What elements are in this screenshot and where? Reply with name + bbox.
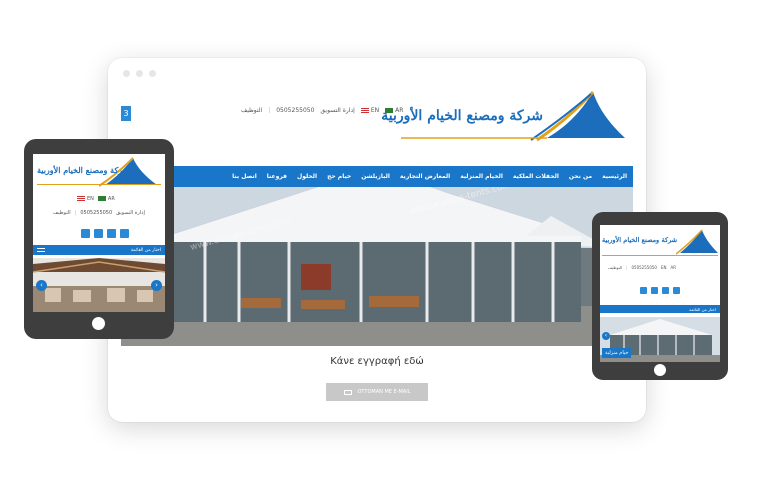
- device-mockup-showcase: 3 التوظيف | 0505255050 إدارة التسويق EN …: [0, 0, 770, 495]
- facebook-icon[interactable]: [94, 229, 103, 238]
- home-button[interactable]: [654, 364, 666, 376]
- email-signup-button[interactable]: OTTOMAN ME E-MAIL: [326, 383, 428, 401]
- tablet-left-device: شركة ومصنع الخيام الأوربية EN AR التوظيف…: [24, 139, 174, 339]
- home-button[interactable]: [92, 317, 105, 330]
- window-dot-minimize[interactable]: [136, 70, 143, 77]
- nav-item-hajj-tents[interactable]: خيام حج: [327, 173, 351, 180]
- main-nav: الرئيسية من نحن الحفلات الملكية الخيام ا…: [121, 166, 633, 187]
- logo-underline: [37, 184, 161, 185]
- us-flag-icon: [360, 108, 369, 113]
- desktop-website-screen: 3 التوظيف | 0505255050 إدارة التسويق EN …: [121, 88, 633, 410]
- youtube-icon[interactable]: [673, 287, 680, 294]
- youtube-icon[interactable]: [120, 229, 129, 238]
- lang-ar-label: AR: [107, 196, 115, 202]
- us-flag-icon: [77, 196, 85, 201]
- hero-slider[interactable]: ‹ ›: [33, 258, 165, 312]
- nav-item-pavilion[interactable]: البازيلشن: [361, 173, 390, 180]
- instagram-icon[interactable]: [640, 287, 647, 294]
- tablet-right-device: شركة ومصنع الخيام الأوربية التوظيف | 050…: [592, 212, 728, 380]
- lang-en-label: EN: [370, 107, 380, 114]
- twitter-icon[interactable]: [662, 287, 669, 294]
- side-tab-button[interactable]: 3: [121, 106, 131, 121]
- jobs-link[interactable]: التوظيف: [53, 210, 71, 216]
- nav-item-about[interactable]: من نحن: [569, 173, 592, 180]
- logo-text: شركة ومصنع الخيام الأوربية: [602, 236, 678, 244]
- header-top-info: التوظيف | 0505255050 إدارة التسويق EN AR: [241, 107, 403, 114]
- logo-text: شركة ومصنع الخيام الأوربية: [37, 165, 130, 175]
- slider-prev-button[interactable]: ‹: [602, 332, 610, 340]
- menu-label: اختار من القائمة: [689, 306, 716, 312]
- language-switcher: EN AR: [77, 196, 115, 202]
- window-dot-maximize[interactable]: [149, 70, 156, 77]
- nav-item-contact[interactable]: اتصل بنا: [232, 173, 257, 180]
- slider-next-button[interactable]: ›: [151, 280, 162, 291]
- nav-item-exhibitions[interactable]: المعارض التجارية: [400, 173, 450, 180]
- lang-en-link[interactable]: EN: [77, 196, 94, 202]
- phone-number[interactable]: 0505255050: [80, 210, 112, 216]
- divider: |: [626, 265, 628, 270]
- desktop-browser-window: 3 التوظيف | 0505255050 إدارة التسويق EN …: [108, 58, 646, 422]
- lang-ar-link[interactable]: AR: [97, 196, 115, 202]
- instagram-icon[interactable]: [81, 229, 90, 238]
- social-icons: [81, 229, 129, 238]
- hamburger-icon: [37, 248, 45, 252]
- jobs-link[interactable]: التوظيف: [241, 107, 262, 114]
- tent-photo: www.europa-tents.com www.europa-tents.co…: [121, 166, 633, 346]
- window-controls: [123, 70, 156, 77]
- window-dot-close[interactable]: [123, 70, 130, 77]
- mobile-menu-toggle[interactable]: اختار من القائمة: [600, 305, 720, 313]
- envelope-icon: [343, 389, 352, 395]
- phone-number[interactable]: 0505255050: [276, 107, 314, 114]
- sa-flag-icon: [97, 196, 106, 201]
- email-signup-label: OTTOMAN ME E-MAIL: [357, 389, 411, 395]
- nav-item-branches[interactable]: فروعنا: [267, 173, 287, 180]
- register-caption: Κάνε εγγραφή εδώ: [330, 356, 424, 367]
- logo-text: شركة ومصنع الخيام الأوربية: [381, 108, 543, 124]
- jobs-link[interactable]: التوظيف: [608, 265, 622, 270]
- phone-number[interactable]: 0505255050: [632, 265, 657, 270]
- social-icons: [640, 287, 680, 294]
- nav-item-royal-events[interactable]: الحفلات الملكية: [513, 173, 559, 180]
- marketing-label: إدارة التسويق: [116, 210, 145, 216]
- slide-category-label[interactable]: خيام منزلية: [602, 348, 632, 358]
- lang-en-label: EN: [87, 196, 94, 202]
- logo-underline: [602, 255, 718, 256]
- facebook-icon[interactable]: [651, 287, 658, 294]
- hero-slider[interactable]: www.europa-tents.com www.europa-tents.co…: [121, 166, 633, 346]
- tablet-left-screen: شركة ومصنع الخيام الأوربية EN AR التوظيف…: [33, 154, 165, 312]
- hero-slider[interactable]: ‹ خيام منزلية: [600, 317, 720, 362]
- nav-item-solutions[interactable]: الحلول: [297, 173, 317, 180]
- menu-label: اختار من القائمة: [130, 247, 161, 253]
- contact-row: التوظيف | 0505255050 إدارة التسويق: [53, 210, 145, 216]
- tablet-right-screen: شركة ومصنع الخيام الأوربية التوظيف | 050…: [600, 225, 720, 362]
- twitter-icon[interactable]: [107, 229, 116, 238]
- site-logo[interactable]: شركة ومصنع الخيام الأوربية: [381, 90, 627, 142]
- nav-item-home-tents[interactable]: الخيام المنزلية: [460, 173, 503, 180]
- divider: |: [268, 107, 271, 114]
- lang-en-link[interactable]: EN: [661, 265, 667, 270]
- divider: |: [74, 210, 77, 216]
- site-header: 3 التوظيف | 0505255050 إدارة التسويق EN …: [121, 88, 633, 144]
- slider-prev-button[interactable]: ‹: [36, 280, 47, 291]
- lang-ar-link[interactable]: AR: [670, 265, 676, 270]
- tent-logo-icon: [676, 229, 718, 255]
- contact-row: التوظيف | 0505255050 EN AR: [608, 265, 676, 270]
- nav-item-home[interactable]: الرئيسية: [602, 173, 627, 180]
- mobile-menu-toggle[interactable]: اختار من القائمة: [33, 245, 165, 255]
- main-nav-bar: الرئيسية من نحن الحفلات الملكية الخيام ا…: [121, 166, 633, 187]
- marketing-label: إدارة التسويق: [320, 107, 355, 114]
- tent-interior-photo: [33, 258, 165, 312]
- lang-en-link[interactable]: EN: [360, 107, 380, 114]
